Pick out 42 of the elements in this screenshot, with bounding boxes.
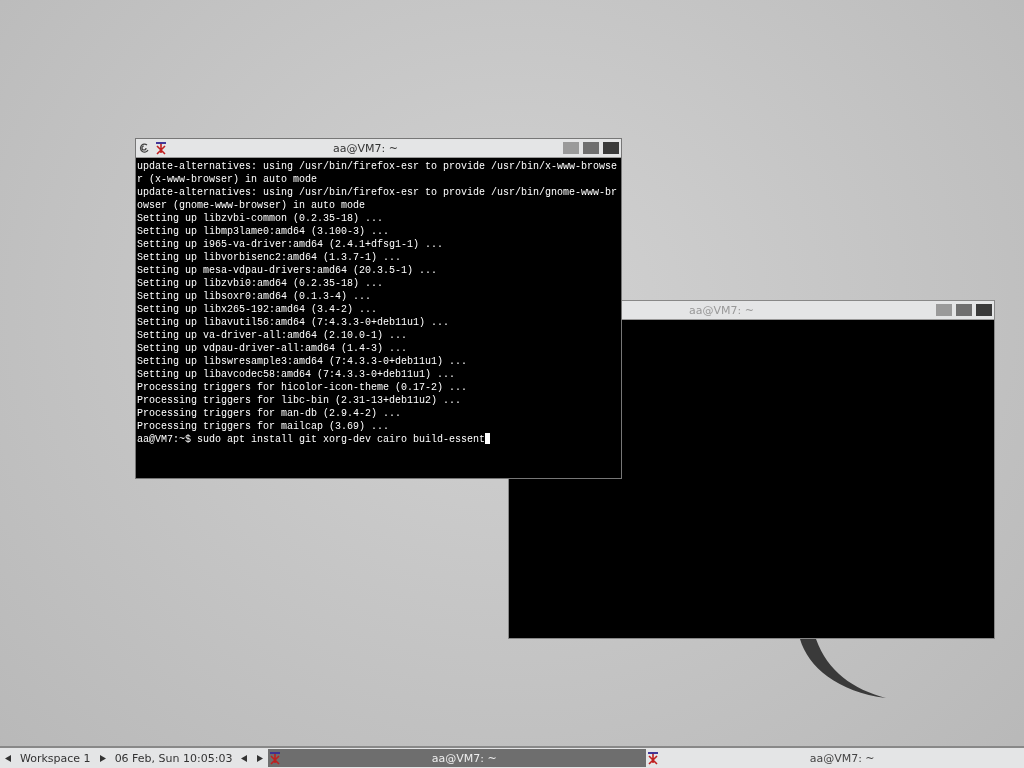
terminal-line: Processing triggers for mailcap (3.69) ... bbox=[137, 420, 391, 433]
terminal-line: Setting up mesa-vdpau-drivers:amd64 (20.3.5-1) ... bbox=[137, 264, 439, 277]
terminal-line: Setting up libzvbi-common (0.2.35-18) ... bbox=[137, 212, 385, 225]
close-button[interactable] bbox=[976, 304, 992, 316]
x-logo-icon bbox=[154, 141, 168, 155]
terminal-line: Setting up libmp3lame0:amd64 (3.100-3) ... bbox=[137, 225, 391, 238]
workspace-label[interactable]: Workspace 1 bbox=[16, 751, 95, 765]
terminal-line: Processing triggers for libc-bin (2.31-13+deb11u2) ... bbox=[137, 394, 463, 407]
terminal-prompt[interactable]: aa@VM7:~$ sudo apt install git xorg-dev cairo build-essent bbox=[137, 433, 620, 446]
left-arrow-icon[interactable] bbox=[5, 754, 11, 762]
terminal-line: Setting up libvorbisenc2:amd64 (1.3.7-1) ... bbox=[137, 251, 403, 264]
minimize-button[interactable] bbox=[563, 142, 579, 154]
terminal-line: r (x-www-browser) in auto mode bbox=[137, 173, 319, 186]
terminal-line: update-alternatives: using /usr/bin/firefox-esr to provide /usr/bin/x-www-browse bbox=[137, 160, 619, 173]
terminal-line: Setting up libx265-192:amd64 (3.4-2) ... bbox=[137, 303, 379, 316]
maximize-button[interactable] bbox=[583, 142, 599, 154]
terminal-line: Setting up libswresample3:amd64 (7:4.3.3-0+deb11u1) ... bbox=[137, 355, 469, 368]
terminal-line: Processing triggers for man-db (2.9.4-2) ... bbox=[137, 407, 403, 420]
right-arrow-icon[interactable] bbox=[99, 754, 106, 762]
minimize-button[interactable] bbox=[936, 304, 952, 316]
terminal-line: Setting up libsoxr0:amd64 (0.1.3-4) ... bbox=[137, 290, 373, 303]
text-cursor bbox=[485, 433, 491, 444]
maximize-button[interactable] bbox=[956, 304, 972, 316]
terminal-line: Setting up libavutil56:amd64 (7:4.3.3-0+deb11u1) ... bbox=[137, 316, 451, 329]
terminal-line: Setting up libzvbi0:amd64 (0.2.35-18) ... bbox=[137, 277, 385, 290]
terminal-line: Setting up i965-va-driver:amd64 (2.4.1+dfsg1-1) ... bbox=[137, 238, 445, 251]
terminal-line: Setting up va-driver-all:amd64 (2.10.0-1) ... bbox=[137, 329, 409, 342]
swirl-icon bbox=[138, 142, 150, 154]
terminal-line: owser (gnome-www-browser) in auto mode bbox=[137, 199, 367, 212]
close-button[interactable] bbox=[603, 142, 619, 154]
terminal-line: Setting up libavcodec58:amd64 (7:4.3.3-0+deb11u1) ... bbox=[137, 368, 457, 381]
task-button[interactable]: aa@VM7: ~ bbox=[268, 749, 647, 767]
right-arrow-icon[interactable] bbox=[257, 754, 264, 762]
window-title: aa@VM7: ~ bbox=[332, 141, 399, 155]
clock: 06 Feb, Sun 10:05:03 bbox=[113, 751, 234, 765]
terminal-line: Processing triggers for hicolor-icon-theme (0.17-2) ... bbox=[137, 381, 469, 394]
x-logo-icon bbox=[646, 751, 661, 765]
x-logo-icon bbox=[268, 751, 283, 765]
terminal-line: update-alternatives: using /usr/bin/firefox-esr to provide /usr/bin/gnome-www-br bbox=[137, 186, 619, 199]
terminal-line: Setting up vdpau-driver-all:amd64 (1.4-3) ... bbox=[137, 342, 409, 355]
window-title: aa@VM7: ~ bbox=[688, 303, 755, 317]
left-arrow-icon[interactable] bbox=[241, 754, 248, 762]
